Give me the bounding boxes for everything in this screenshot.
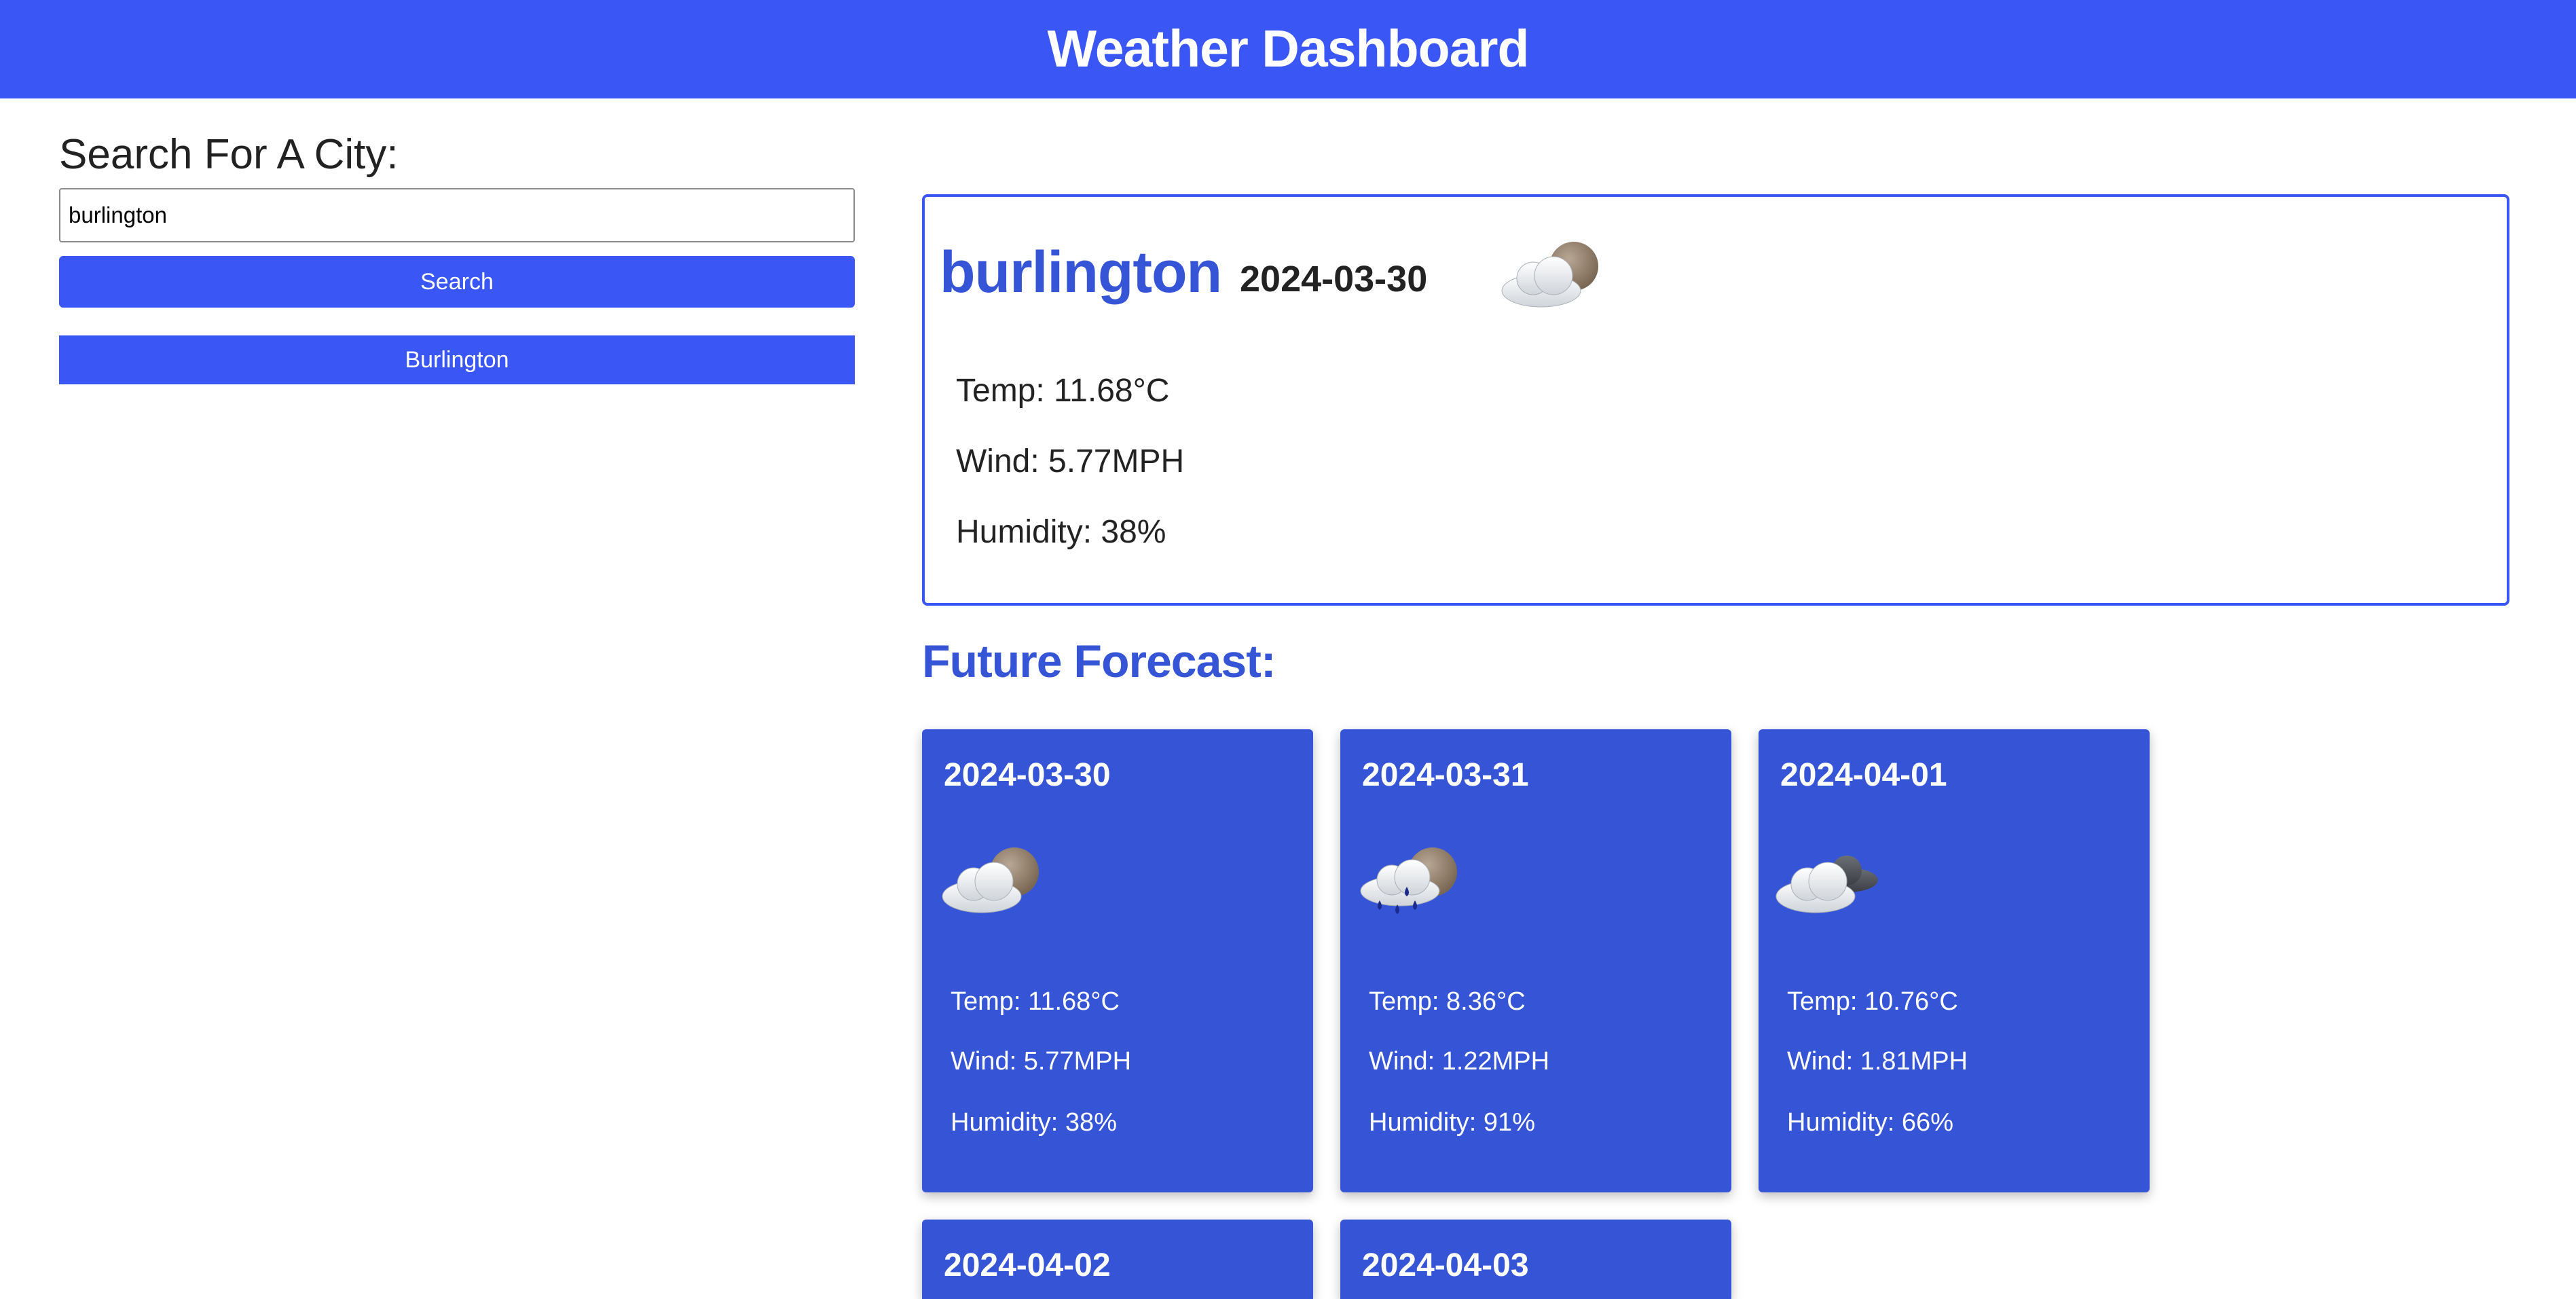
forecast-date: 2024-04-02 (944, 1247, 1111, 1283)
current-wind: Wind: 5.77MPH (956, 443, 1185, 479)
history-button-burlington[interactable]: Burlington (59, 335, 855, 384)
forecast-humidity: Humidity: 91% (1369, 1108, 1535, 1137)
forecast-wind: Wind: 1.81MPH (1787, 1047, 1968, 1076)
forecast-humidity: Humidity: 38% (951, 1108, 1117, 1137)
forecast-card: 2024-04-02 (922, 1220, 1313, 1299)
forecast-date: 2024-04-03 (1362, 1247, 1529, 1283)
forecast-temp: Temp: 8.36°C (1369, 987, 1526, 1016)
forecast-wind: Wind: 5.77MPH (951, 1047, 1132, 1076)
forecast-temp: Temp: 11.68°C (951, 987, 1120, 1016)
forecast-temp: Temp: 10.76°C (1787, 987, 1958, 1016)
app-header: Weather Dashboard (0, 0, 2576, 98)
current-humidity: Humidity: 38% (956, 514, 1166, 550)
forecast-title: Future Forecast: (922, 636, 1276, 687)
city-search-input[interactable] (59, 188, 855, 242)
forecast-date: 2024-03-30 (944, 757, 1111, 793)
current-temp: Temp: 11.68°C (956, 373, 1170, 409)
cloud-moon-icon (1494, 236, 1609, 312)
current-date: 2024-03-30 (1240, 259, 1428, 299)
forecast-wind: Wind: 1.22MPH (1369, 1047, 1550, 1076)
forecast-card: 2024-04-01 Temp: 10.76°C Wind: 1.81MPH H… (1759, 729, 2150, 1192)
cloud-dark-icon (1771, 842, 1886, 918)
forecast-card: 2024-04-03 (1340, 1220, 1731, 1299)
forecast-date: 2024-03-31 (1362, 757, 1529, 793)
search-button[interactable]: Search (59, 256, 855, 308)
forecast-card: 2024-03-31 Temp: 8.36°C Wind: 1.22MPH Hu… (1340, 729, 1731, 1192)
search-label: Search For A City: (59, 131, 399, 178)
cloud-moon-icon (934, 842, 1050, 918)
forecast-date: 2024-04-01 (1780, 757, 1947, 793)
page-title: Weather Dashboard (1047, 20, 1530, 78)
forecast-card: 2024-03-30 Temp: 11.68°C Wind: 5.77MPH H… (922, 729, 1313, 1192)
rain-cloud-moon-icon (1353, 842, 1468, 918)
forecast-humidity: Humidity: 66% (1787, 1108, 1953, 1137)
current-city: burlington (940, 240, 1222, 305)
search-sidebar: Search For A City: Search Burlington (59, 129, 855, 384)
current-weather-panel: burlington 2024-03-30 Temp: 11.68°C Wind… (922, 194, 2509, 606)
